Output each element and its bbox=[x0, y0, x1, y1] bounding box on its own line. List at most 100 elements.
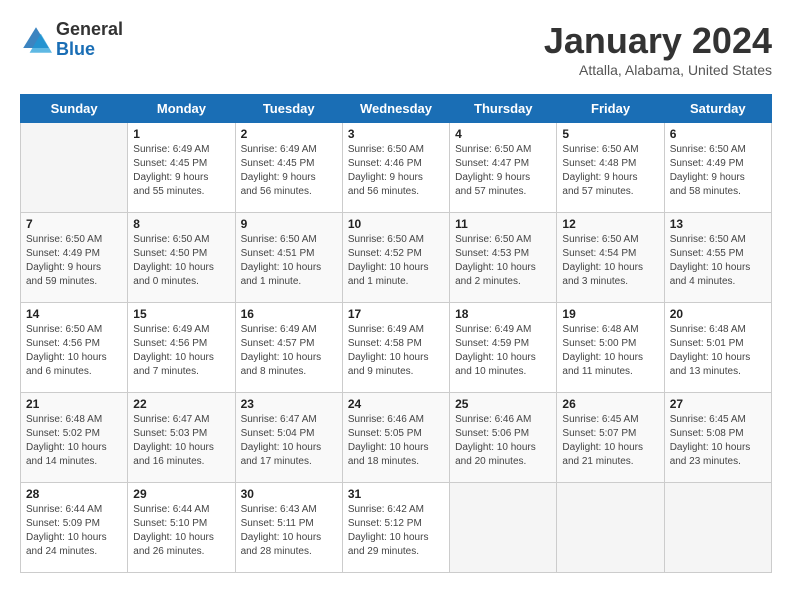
calendar-cell: 13Sunrise: 6:50 AM Sunset: 4:55 PM Dayli… bbox=[664, 213, 771, 303]
week-row-4: 21 Sunrise: 6:48 AM Sunset: 5:02 PM Dayli… bbox=[21, 393, 772, 483]
day-info: Sunrise: 6:44 AM Sunset: 5:09 PM Dayligh… bbox=[26, 503, 122, 559]
day-info: Sunrise: 6:50 AM Sunset: 4:51 PM Dayligh… bbox=[241, 233, 337, 289]
calendar-cell: 12 Sunrise: 6:50 AM Sunset: 4:54 PM Dayli… bbox=[557, 213, 664, 303]
calendar-body: 1 Sunrise: 6:49 AM Sunset: 4:45 PM Daylig… bbox=[21, 123, 772, 573]
day-info: Sunrise: 6:50 AM Sunset: 4:55 PM Dayligh… bbox=[670, 233, 766, 289]
calendar-cell: 16Sunrise: 6:49 AM Sunset: 4:57 PM Dayli… bbox=[235, 303, 342, 393]
day-info: Sunrise: 6:50 AM Sunset: 4:48 PM Dayligh… bbox=[562, 143, 658, 199]
header-friday: Friday bbox=[557, 95, 664, 123]
calendar-cell bbox=[450, 483, 557, 573]
day-info: Sunrise: 6:45 AM Sunset: 5:08 PM Dayligh… bbox=[670, 413, 766, 469]
calendar-cell: 23 Sunrise: 6:47 AM Sunset: 5:04 PM Dayli… bbox=[235, 393, 342, 483]
day-number: 6 bbox=[670, 127, 766, 141]
day-number: 5 bbox=[562, 127, 658, 141]
day-number: 25 bbox=[455, 397, 551, 411]
calendar-cell: 5 Sunrise: 6:50 AM Sunset: 4:48 PM Daylig… bbox=[557, 123, 664, 213]
day-number: 1 bbox=[133, 127, 229, 141]
day-info: Sunrise: 6:45 AM Sunset: 5:07 PM Dayligh… bbox=[562, 413, 658, 469]
week-row-2: 7 Sunrise: 6:50 AM Sunset: 4:49 PM Daylig… bbox=[21, 213, 772, 303]
day-number: 14 bbox=[26, 307, 122, 321]
week-row-3: 14 Sunrise: 6:50 AM Sunset: 4:56 PM Dayli… bbox=[21, 303, 772, 393]
day-info: Sunrise: 6:49 AM Sunset: 4:58 PM Dayligh… bbox=[348, 323, 444, 379]
day-info: Sunrise: 6:47 AM Sunset: 5:04 PM Dayligh… bbox=[241, 413, 337, 469]
day-number: 23 bbox=[241, 397, 337, 411]
day-number: 21 bbox=[26, 397, 122, 411]
calendar-cell bbox=[664, 483, 771, 573]
calendar-cell: 24 Sunrise: 6:46 AM Sunset: 5:05 PM Dayli… bbox=[342, 393, 449, 483]
month-title: January 2024 bbox=[544, 20, 772, 62]
day-number: 19 bbox=[562, 307, 658, 321]
calendar-cell: 18Sunrise: 6:49 AM Sunset: 4:59 PM Dayli… bbox=[450, 303, 557, 393]
calendar-cell: 22 Sunrise: 6:47 AM Sunset: 5:03 PM Dayli… bbox=[128, 393, 235, 483]
day-info: Sunrise: 6:49 AM Sunset: 4:56 PM Dayligh… bbox=[133, 323, 229, 379]
day-number: 24 bbox=[348, 397, 444, 411]
day-number: 30 bbox=[241, 487, 337, 501]
calendar-cell: 26Sunrise: 6:45 AM Sunset: 5:07 PM Dayli… bbox=[557, 393, 664, 483]
location: Attalla, Alabama, United States bbox=[544, 62, 772, 78]
day-info: Sunrise: 6:49 AM Sunset: 4:45 PM Dayligh… bbox=[133, 143, 229, 199]
day-number: 20 bbox=[670, 307, 766, 321]
calendar-cell bbox=[557, 483, 664, 573]
day-info: Sunrise: 6:50 AM Sunset: 4:47 PM Dayligh… bbox=[455, 143, 551, 199]
day-number: 17 bbox=[348, 307, 444, 321]
header-wednesday: Wednesday bbox=[342, 95, 449, 123]
day-number: 10 bbox=[348, 217, 444, 231]
day-info: Sunrise: 6:50 AM Sunset: 4:49 PM Dayligh… bbox=[670, 143, 766, 199]
day-info: Sunrise: 6:47 AM Sunset: 5:03 PM Dayligh… bbox=[133, 413, 229, 469]
day-info: Sunrise: 6:50 AM Sunset: 4:56 PM Dayligh… bbox=[26, 323, 122, 379]
day-number: 22 bbox=[133, 397, 229, 411]
day-info: Sunrise: 6:50 AM Sunset: 4:52 PM Dayligh… bbox=[348, 233, 444, 289]
logo: General Blue bbox=[20, 20, 123, 60]
day-info: Sunrise: 6:50 AM Sunset: 4:54 PM Dayligh… bbox=[562, 233, 658, 289]
calendar-cell: 9 Sunrise: 6:50 AM Sunset: 4:51 PM Daylig… bbox=[235, 213, 342, 303]
logo-blue-text: Blue bbox=[56, 40, 123, 60]
calendar-cell: 4 Sunrise: 6:50 AM Sunset: 4:47 PM Daylig… bbox=[450, 123, 557, 213]
header-monday: Monday bbox=[128, 95, 235, 123]
calendar-cell: 28 Sunrise: 6:44 AM Sunset: 5:09 PM Dayli… bbox=[21, 483, 128, 573]
calendar-cell: 8 Sunrise: 6:50 AM Sunset: 4:50 PM Daylig… bbox=[128, 213, 235, 303]
header-sunday: Sunday bbox=[21, 95, 128, 123]
calendar-cell: 1 Sunrise: 6:49 AM Sunset: 4:45 PM Daylig… bbox=[128, 123, 235, 213]
day-info: Sunrise: 6:50 AM Sunset: 4:53 PM Dayligh… bbox=[455, 233, 551, 289]
calendar-cell: 14 Sunrise: 6:50 AM Sunset: 4:56 PM Dayli… bbox=[21, 303, 128, 393]
day-info: Sunrise: 6:46 AM Sunset: 5:06 PM Dayligh… bbox=[455, 413, 551, 469]
day-info: Sunrise: 6:42 AM Sunset: 5:12 PM Dayligh… bbox=[348, 503, 444, 559]
week-row-5: 28 Sunrise: 6:44 AM Sunset: 5:09 PM Dayli… bbox=[21, 483, 772, 573]
day-number: 27 bbox=[670, 397, 766, 411]
calendar-cell: 31 Sunrise: 6:42 AM Sunset: 5:12 PM Dayli… bbox=[342, 483, 449, 573]
title-block: January 2024 Attalla, Alabama, United St… bbox=[544, 20, 772, 78]
day-info: Sunrise: 6:44 AM Sunset: 5:10 PM Dayligh… bbox=[133, 503, 229, 559]
day-info: Sunrise: 6:50 AM Sunset: 4:49 PM Dayligh… bbox=[26, 233, 122, 289]
day-info: Sunrise: 6:48 AM Sunset: 5:01 PM Dayligh… bbox=[670, 323, 766, 379]
day-number: 11 bbox=[455, 217, 551, 231]
calendar-cell: 29 Sunrise: 6:44 AM Sunset: 5:10 PM Dayli… bbox=[128, 483, 235, 573]
calendar-cell: 19 Sunrise: 6:48 AM Sunset: 5:00 PM Dayli… bbox=[557, 303, 664, 393]
logo-icon bbox=[20, 24, 52, 56]
day-info: Sunrise: 6:49 AM Sunset: 4:57 PM Dayligh… bbox=[241, 323, 337, 379]
day-info: Sunrise: 6:46 AM Sunset: 5:05 PM Dayligh… bbox=[348, 413, 444, 469]
header-row: SundayMondayTuesdayWednesdayThursdayFrid… bbox=[21, 95, 772, 123]
calendar-cell: 20 Sunrise: 6:48 AM Sunset: 5:01 PM Dayli… bbox=[664, 303, 771, 393]
day-number: 8 bbox=[133, 217, 229, 231]
day-number: 7 bbox=[26, 217, 122, 231]
day-number: 4 bbox=[455, 127, 551, 141]
calendar-cell: 2Sunrise: 6:49 AM Sunset: 4:45 PM Daylig… bbox=[235, 123, 342, 213]
header-saturday: Saturday bbox=[664, 95, 771, 123]
day-number: 28 bbox=[26, 487, 122, 501]
day-number: 3 bbox=[348, 127, 444, 141]
calendar-cell: 17 Sunrise: 6:49 AM Sunset: 4:58 PM Dayli… bbox=[342, 303, 449, 393]
day-number: 2 bbox=[241, 127, 337, 141]
calendar-cell: 21 Sunrise: 6:48 AM Sunset: 5:02 PM Dayli… bbox=[21, 393, 128, 483]
day-info: Sunrise: 6:48 AM Sunset: 5:00 PM Dayligh… bbox=[562, 323, 658, 379]
day-number: 12 bbox=[562, 217, 658, 231]
calendar-cell: 11 Sunrise: 6:50 AM Sunset: 4:53 PM Dayli… bbox=[450, 213, 557, 303]
calendar-cell bbox=[21, 123, 128, 213]
day-number: 9 bbox=[241, 217, 337, 231]
day-number: 31 bbox=[348, 487, 444, 501]
day-number: 29 bbox=[133, 487, 229, 501]
day-info: Sunrise: 6:48 AM Sunset: 5:02 PM Dayligh… bbox=[26, 413, 122, 469]
calendar-cell: 7 Sunrise: 6:50 AM Sunset: 4:49 PM Daylig… bbox=[21, 213, 128, 303]
day-info: Sunrise: 6:49 AM Sunset: 4:59 PM Dayligh… bbox=[455, 323, 551, 379]
calendar-table: SundayMondayTuesdayWednesdayThursdayFrid… bbox=[20, 94, 772, 573]
day-info: Sunrise: 6:50 AM Sunset: 4:50 PM Dayligh… bbox=[133, 233, 229, 289]
